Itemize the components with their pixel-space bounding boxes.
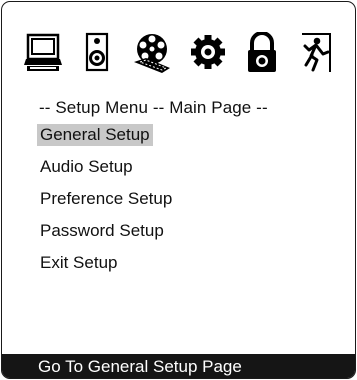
menu-item-label: Exit Setup — [40, 253, 118, 272]
menu-item-audio-setup[interactable]: Audio Setup — [37, 154, 175, 186]
menu-item-general-setup[interactable]: General Setup — [37, 122, 175, 154]
page-title: -- Setup Menu -- Main Page -- — [39, 98, 268, 117]
menu-item-label: Preference Setup — [40, 189, 173, 208]
menu-item-preference-setup[interactable]: Preference Setup — [37, 186, 175, 218]
exit-door-icon[interactable] — [296, 32, 336, 74]
setup-category-icon-bar — [24, 32, 354, 74]
menu-item-label: Audio Setup — [40, 157, 133, 176]
speaker-icon[interactable] — [78, 32, 118, 74]
setup-menu-list: General Setup Audio Setup Preference Set… — [37, 122, 175, 282]
gear-icon[interactable] — [188, 32, 228, 74]
menu-item-exit-setup[interactable]: Exit Setup — [37, 250, 175, 282]
lock-icon[interactable] — [242, 32, 282, 74]
setup-menu-window: -- Setup Menu -- Main Page -- General Se… — [1, 1, 356, 379]
status-bar: Go To General Setup Page — [2, 354, 355, 378]
monitor-icon[interactable] — [24, 32, 64, 74]
film-reel-icon[interactable] — [132, 32, 172, 74]
menu-item-label: General Setup — [37, 124, 153, 146]
menu-item-label: Password Setup — [40, 221, 164, 240]
menu-item-password-setup[interactable]: Password Setup — [37, 218, 175, 250]
